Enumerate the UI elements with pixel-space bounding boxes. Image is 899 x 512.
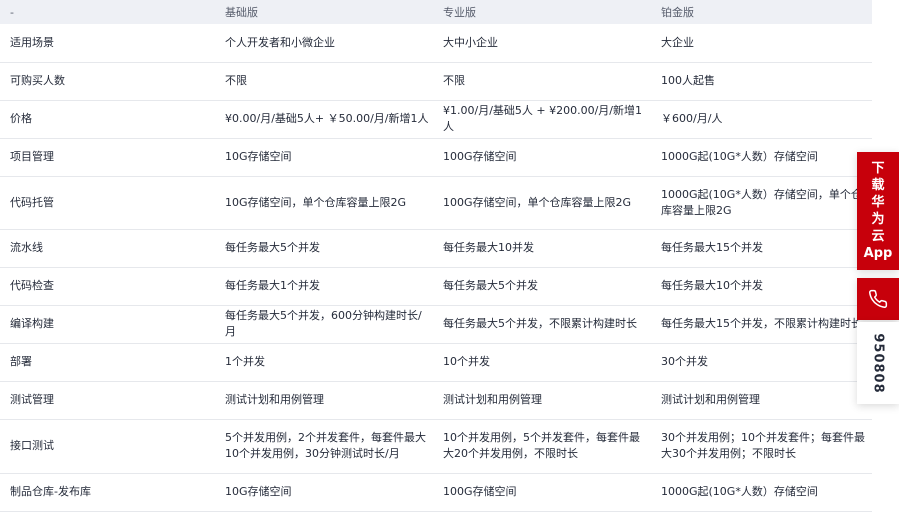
cell-pro: ¥1.00/月/基础5人 + ¥200.00/月/新增1人 xyxy=(435,100,653,139)
cell-basic: 10G存储空间，单个仓库容量上限2G xyxy=(217,176,435,230)
cell-platinum: 30个并发 xyxy=(653,343,872,382)
table-row: 可购买人数 不限 不限 100人起售 xyxy=(0,62,872,101)
table-row: 部署 1个并发 10个并发 30个并发 xyxy=(0,343,872,382)
table-row: 接口测试 5个并发用例，2个并发套件，每套件最大10个并发用例，30分钟测试时长… xyxy=(0,419,872,474)
phone-icon xyxy=(869,289,888,308)
cell-pro: 不限 xyxy=(435,62,653,101)
cell-platinum: 30个并发用例；10个并发套件；每套件最大30个并发用例；不限时长 xyxy=(653,419,872,474)
cell-platinum: 每任务最大15个并发，不限累计构建时长 xyxy=(653,305,872,344)
download-app-char: 下 xyxy=(871,161,885,176)
cell-pro: 100G存储空间，单个仓库容量上限2G xyxy=(435,176,653,230)
cell-pro: 大中小企业 xyxy=(435,24,653,63)
cell-pro: 100G存储空间 xyxy=(435,138,653,177)
cell-basic: 每任务最大5个并发 xyxy=(217,229,435,268)
cell-feature: 部署 xyxy=(0,343,217,382)
cell-platinum: 每任务最大10个并发 xyxy=(653,267,872,306)
cell-platinum: 每任务最大15个并发 xyxy=(653,229,872,268)
cell-basic: 测试计划和用例管理 xyxy=(217,381,435,420)
download-app-char: 为 xyxy=(871,212,885,227)
cell-pro: 测试计划和用例管理 xyxy=(435,381,653,420)
table-row: 测试管理 测试计划和用例管理 测试计划和用例管理 测试计划和用例管理 xyxy=(0,381,872,420)
cell-platinum: 测试计划和用例管理 xyxy=(653,381,872,420)
table-row: 项目管理 10G存储空间 100G存储空间 1000G起(10G*人数）存储空间 xyxy=(0,138,872,177)
hotline-panel: 950808 xyxy=(857,322,899,404)
header-basic: 基础版 xyxy=(217,0,435,24)
header-pro: 专业版 xyxy=(435,0,653,24)
cell-pro: 100G存储空间 xyxy=(435,473,653,512)
cell-pro: 每任务最大10并发 xyxy=(435,229,653,268)
cell-platinum: 1000G起(10G*人数）存储空间，单个仓库容量上限2G xyxy=(653,176,872,230)
cell-feature: 制品仓库-发布库 xyxy=(0,473,217,512)
cell-basic: ¥0.00/月/基础5人+ ￥50.00/月/新增1人 xyxy=(217,100,435,139)
cell-feature: 代码托管 xyxy=(0,176,217,230)
header-feature: - xyxy=(0,0,217,24)
table-row: 代码托管 10G存储空间，单个仓库容量上限2G 100G存储空间，单个仓库容量上… xyxy=(0,176,872,230)
hotline-number: 950808 xyxy=(870,332,886,394)
cell-platinum: 1000G起(10G*人数）存储空间 xyxy=(653,473,872,512)
table-row: 编译构建 每任务最大5个并发，600分钟构建时长/月 每任务最大5个并发，不限累… xyxy=(0,305,872,344)
cell-feature: 流水线 xyxy=(0,229,217,268)
cell-platinum: 1000G起(10G*人数）存储空间 xyxy=(653,138,872,177)
cell-feature: 价格 xyxy=(0,100,217,139)
download-app-button[interactable]: 下 载 华 为 云 App xyxy=(857,152,899,270)
cell-basic: 个人开发者和小微企业 xyxy=(217,24,435,63)
cell-pro: 每任务最大5个并发 xyxy=(435,267,653,306)
cell-platinum: 大企业 xyxy=(653,24,872,63)
cell-basic: 10G存储空间 xyxy=(217,138,435,177)
table-row: 适用场景 个人开发者和小微企业 大中小企业 大企业 xyxy=(0,24,872,63)
cell-basic: 1个并发 xyxy=(217,343,435,382)
table-row: 价格 ¥0.00/月/基础5人+ ￥50.00/月/新增1人 ¥1.00/月/基… xyxy=(0,100,872,139)
download-app-char: 华 xyxy=(871,195,885,210)
download-app-char: 载 xyxy=(871,178,885,193)
cell-pro: 10个并发 xyxy=(435,343,653,382)
cell-basic: 每任务最大5个并发，600分钟构建时长/月 xyxy=(217,305,435,344)
cell-feature: 可购买人数 xyxy=(0,62,217,101)
table-header-row: - 基础版 专业版 铂金版 xyxy=(0,0,872,24)
cell-basic: 10G存储空间 xyxy=(217,473,435,512)
download-app-char: 云 xyxy=(871,229,885,244)
cell-feature: 适用场景 xyxy=(0,24,217,63)
cell-basic: 每任务最大1个并发 xyxy=(217,267,435,306)
cell-basic: 5个并发用例，2个并发套件，每套件最大10个并发用例，30分钟测试时长/月 xyxy=(217,419,435,474)
pricing-table: - 基础版 专业版 铂金版 适用场景 个人开发者和小微企业 大中小企业 大企业 … xyxy=(0,0,872,512)
cell-feature: 测试管理 xyxy=(0,381,217,420)
cell-pro: 每任务最大5个并发，不限累计构建时长 xyxy=(435,305,653,344)
cell-pro: 10个并发用例，5个并发套件，每套件最大20个并发用例，不限时长 xyxy=(435,419,653,474)
cell-basic: 不限 xyxy=(217,62,435,101)
table-row: 代码检查 每任务最大1个并发 每任务最大5个并发 每任务最大10个并发 xyxy=(0,267,872,306)
header-platinum: 铂金版 xyxy=(653,0,872,24)
cell-feature: 接口测试 xyxy=(0,419,217,474)
cell-platinum: ￥600/月/人 xyxy=(653,100,872,139)
cell-feature: 编译构建 xyxy=(0,305,217,344)
download-app-char: App xyxy=(863,246,893,261)
cell-platinum: 100人起售 xyxy=(653,62,872,101)
cell-feature: 项目管理 xyxy=(0,138,217,177)
table-row: 流水线 每任务最大5个并发 每任务最大10并发 每任务最大15个并发 xyxy=(0,229,872,268)
cell-feature: 代码检查 xyxy=(0,267,217,306)
table-row: 制品仓库-发布库 10G存储空间 100G存储空间 1000G起(10G*人数）… xyxy=(0,473,872,512)
phone-button[interactable] xyxy=(857,278,899,320)
